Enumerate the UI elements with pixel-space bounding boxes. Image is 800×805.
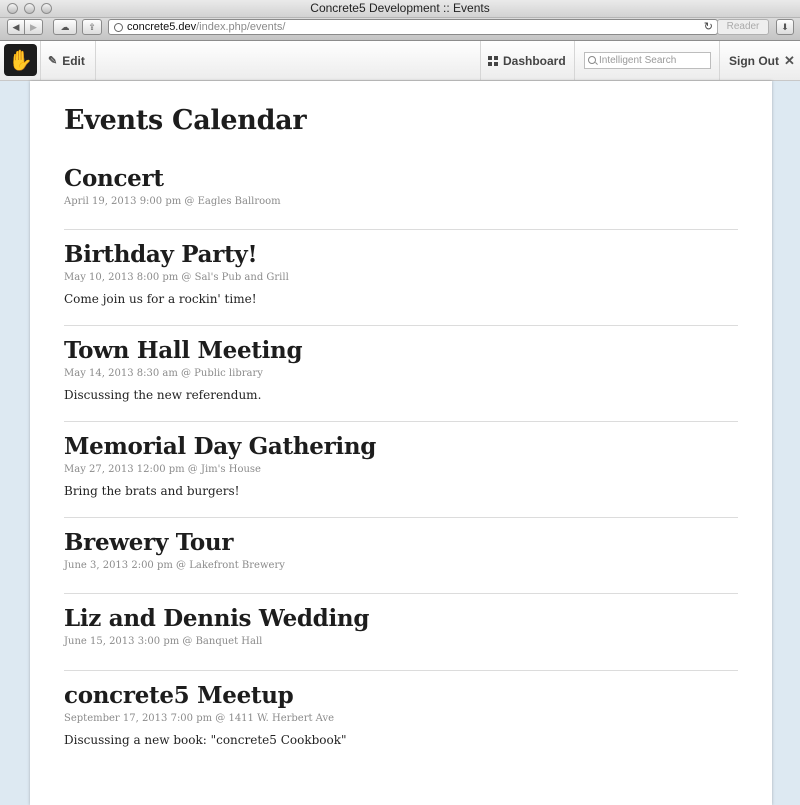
address-bar[interactable]: concrete5.dev/index.php/events/ ↻	[108, 19, 718, 35]
url-domain: concrete5.dev	[127, 21, 197, 33]
window-title: Concrete5 Development :: Events	[310, 1, 490, 15]
event-item: concrete5 Meetup September 17, 2013 7:00…	[64, 682, 738, 748]
reader-button[interactable]: Reader	[717, 19, 769, 35]
search-icon	[588, 56, 596, 64]
event-meta: May 27, 2013 12:00 pm @ Jim's House	[64, 464, 261, 475]
event-meta: September 17, 2013 7:00 pm @ 1411 W. Her…	[64, 713, 335, 724]
event-description: Discussing a new book: "concrete5 Cookbo…	[64, 733, 347, 747]
url-path: /index.php/events/	[196, 21, 286, 33]
event-description: Bring the brats and burgers!	[64, 484, 240, 498]
page-body: Events Calendar Concert April 19, 2013 9…	[30, 81, 772, 805]
toolbar-divider	[719, 41, 720, 80]
globe-icon	[114, 23, 123, 32]
forward-arrow-icon: ▶	[30, 21, 37, 32]
event-item: Birthday Party! May 10, 2013 8:00 pm @ S…	[64, 241, 738, 307]
window-controls	[7, 3, 52, 14]
event-meta: June 3, 2013 2:00 pm @ Lakefront Brewery	[64, 560, 285, 571]
back-arrow-icon: ◀	[12, 21, 20, 32]
event-divider	[64, 421, 738, 422]
event-divider	[64, 593, 738, 594]
edit-label: Edit	[62, 53, 85, 68]
concrete5-toolbar: ✋ ✎ Edit Dashboard Intelligent Search Si…	[0, 41, 800, 81]
event-divider	[64, 517, 738, 518]
event-description: Come join us for a rockin' time!	[64, 292, 257, 306]
browser-toolbar: ◀ ▶ ☁ ⇪ concrete5.dev/index.php/events/ …	[0, 18, 800, 41]
downloads-button[interactable]: ⬇	[776, 19, 794, 35]
event-title: Town Hall Meeting	[64, 337, 303, 364]
event-title: Concert	[64, 165, 164, 192]
event-title: Memorial Day Gathering	[64, 433, 377, 460]
dashboard-grid-icon	[488, 55, 498, 66]
icloud-tabs-button[interactable]: ☁	[53, 19, 77, 35]
pencil-icon: ✎	[48, 55, 58, 67]
event-item: Concert April 19, 2013 9:00 pm @ Eagles …	[64, 165, 738, 209]
sign-out-button[interactable]: Sign Out ✕	[729, 41, 795, 80]
toolbar-divider	[40, 41, 41, 80]
event-divider	[64, 325, 738, 326]
dashboard-label: Dashboard	[503, 53, 566, 68]
edit-button[interactable]: ✎ Edit	[48, 41, 85, 80]
event-title: Brewery Tour	[64, 529, 234, 556]
event-item: Brewery Tour June 3, 2013 2:00 pm @ Lake…	[64, 529, 738, 573]
event-title: concrete5 Meetup	[64, 682, 294, 709]
download-icon: ⬇	[781, 21, 789, 32]
zoom-window-button[interactable]	[41, 3, 52, 14]
event-meta: May 14, 2013 8:30 am @ Public library	[64, 368, 263, 379]
forward-button[interactable]: ▶	[25, 19, 43, 35]
close-icon: ✕	[784, 52, 795, 68]
event-title: Birthday Party!	[64, 241, 258, 268]
concrete5-logo-icon[interactable]: ✋	[4, 44, 37, 76]
toolbar-divider	[574, 41, 575, 80]
nav-buttons: ◀ ▶	[7, 19, 43, 35]
back-button[interactable]: ◀	[7, 19, 25, 35]
event-title: Liz and Dennis Wedding	[64, 605, 370, 632]
dashboard-button[interactable]: Dashboard	[488, 41, 566, 80]
close-window-button[interactable]	[7, 3, 18, 14]
sign-out-label: Sign Out	[729, 53, 779, 68]
event-meta: May 10, 2013 8:00 pm @ Sal's Pub and Gri…	[64, 272, 289, 283]
event-meta: June 15, 2013 3:00 pm @ Banquet Hall	[64, 636, 263, 647]
minimize-window-button[interactable]	[24, 3, 35, 14]
event-item: Memorial Day Gathering May 27, 2013 12:0…	[64, 433, 738, 499]
cloud-icon: ☁	[60, 21, 70, 32]
event-divider	[64, 670, 738, 671]
event-meta: April 19, 2013 9:00 pm @ Eagles Ballroom	[64, 196, 281, 207]
reload-icon[interactable]: ↻	[704, 20, 713, 34]
event-divider	[64, 229, 738, 230]
event-item: Liz and Dennis Wedding June 15, 2013 3:0…	[64, 605, 738, 649]
event-item: Town Hall Meeting May 14, 2013 8:30 am @…	[64, 337, 738, 403]
event-description: Discussing the new referendum.	[64, 388, 262, 402]
share-icon: ⇪	[88, 21, 96, 32]
toolbar-divider	[480, 41, 481, 80]
share-button[interactable]: ⇪	[82, 19, 102, 35]
window-titlebar: Concrete5 Development :: Events	[0, 0, 800, 18]
intelligent-search-input[interactable]: Intelligent Search	[584, 52, 711, 69]
search-placeholder: Intelligent Search	[599, 55, 677, 66]
toolbar-divider	[95, 41, 96, 80]
page-title: Events Calendar	[64, 105, 307, 136]
